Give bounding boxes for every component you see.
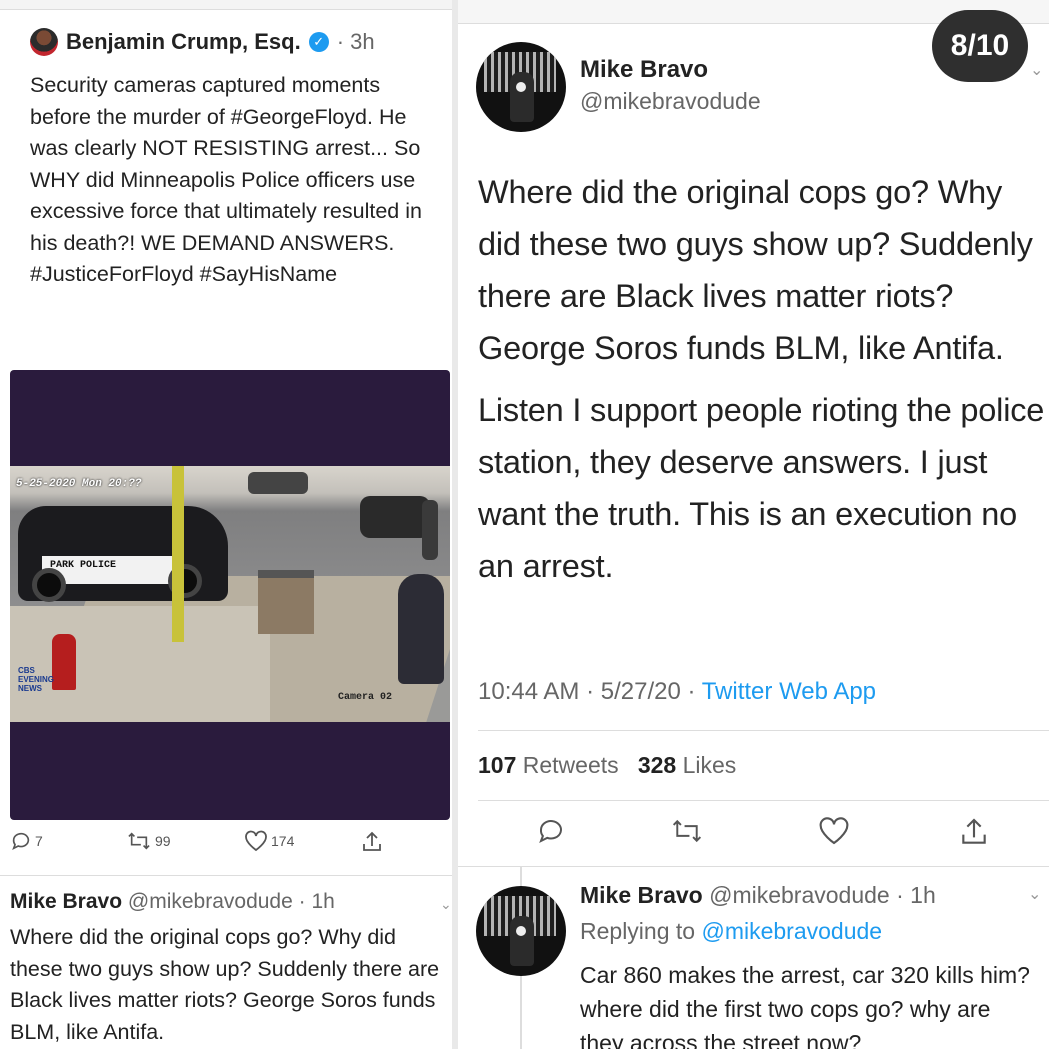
reply-header: Mike Bravo @mikebravodude · 1h (10, 890, 335, 914)
video-timestamp: 5-25-2020 Mon 20:?? (16, 478, 142, 490)
slide-counter: 8/10 (932, 10, 1028, 82)
author-name[interactable]: Mike Bravo (580, 56, 708, 84)
reply-icon (539, 820, 562, 844)
likes-count: 328 (637, 752, 677, 778)
right-screenshot: 8/10 ⌄ Mike Bravo @mikebravodude Where d… (458, 0, 1049, 1049)
tweet-actions (458, 816, 1049, 856)
reply-author-avatar[interactable] (476, 886, 566, 976)
retweet-count: 99 (155, 833, 171, 849)
verified-badge-icon: ✓ (308, 32, 329, 52)
tweet-header: Benjamin Crump, Esq. ✓ · 3h (30, 28, 375, 56)
retweets-label: Retweets (522, 752, 619, 778)
retweet-icon (128, 832, 150, 850)
reply-count: 7 (35, 833, 43, 849)
replying-handle[interactable]: @mikebravodude (701, 918, 882, 944)
tweet-date[interactable]: 5/27/20 (601, 678, 681, 705)
heart-icon (245, 830, 267, 852)
chevron-down-icon[interactable]: ⌄ (1030, 60, 1043, 80)
author-handle[interactable]: @mikebravodude (580, 88, 761, 115)
share-button[interactable] (958, 816, 990, 853)
reply-author-name[interactable]: Mike Bravo (580, 882, 703, 908)
tweet-actions: 7 99 174 (10, 830, 450, 866)
tweet-text: Security cameras captured moments before… (30, 73, 422, 286)
video-player[interactable]: PARK POLICE 5-25-2020 Mon 20:?? CBS EVEN… (10, 370, 450, 820)
author-avatar[interactable] (30, 28, 58, 56)
background-car (248, 472, 308, 494)
divider (478, 730, 1049, 731)
retweets-stat[interactable]: 107 Retweets (478, 752, 619, 778)
divider (0, 875, 452, 876)
reply-author-name[interactable]: Mike Bravo (10, 890, 122, 913)
camera-label: Camera 02 (338, 692, 393, 703)
police-car-label: PARK POLICE (50, 560, 117, 571)
yellow-pole (172, 466, 184, 642)
author-name[interactable]: Benjamin Crump, Esq. (66, 29, 301, 55)
retweet-button[interactable] (670, 816, 704, 851)
news-watermark: CBS EVENING NEWS (18, 666, 55, 693)
share-button[interactable] (360, 830, 384, 854)
left-screenshot: Benjamin Crump, Esq. ✓ · 3h Security cam… (0, 0, 452, 1049)
tweet-paragraph-1: Where did the original cops go? Why did … (478, 174, 1033, 366)
chevron-down-icon[interactable]: ⌄ (440, 896, 452, 913)
replying-prefix: Replying to (580, 918, 696, 944)
reply-icon (12, 832, 30, 851)
share-icon (363, 831, 381, 851)
retweet-button[interactable]: 99 (126, 830, 171, 852)
officer-figure (398, 574, 444, 684)
reply-button[interactable] (536, 816, 566, 851)
reply-header: Mike Bravo @mikebravodude · 1h (580, 882, 936, 909)
divider (478, 800, 1049, 801)
tweet-stats: 107 Retweets 328 Likes (478, 752, 736, 779)
reply-handle-time[interactable]: @mikebravodude · 1h (128, 890, 335, 913)
parked-car (360, 496, 430, 538)
top-edge (0, 0, 452, 10)
likes-stat[interactable]: 328 Likes (638, 752, 736, 778)
replying-to: Replying to @mikebravodude (580, 918, 882, 945)
retweet-icon (672, 819, 702, 843)
tweet-meta: 10:44 AM · 5/27/20 · Twitter Web App (478, 678, 877, 705)
heart-icon (819, 817, 849, 845)
tweet-time: 10:44 AM (478, 678, 580, 705)
trash-can (258, 570, 314, 634)
like-count: 174 (271, 833, 295, 849)
reply-button[interactable]: 7 (10, 830, 43, 852)
author-avatar[interactable] (476, 42, 566, 132)
reply-text: Where did the original cops go? Why did … (10, 925, 440, 1044)
tweet-paragraph-2: Listen I support people rioting the poli… (478, 392, 1045, 584)
police-car: PARK POLICE (18, 506, 228, 602)
tweet-time[interactable]: · 3h (337, 29, 375, 55)
divider (458, 866, 1049, 867)
video-frame: PARK POLICE 5-25-2020 Mon 20:?? CBS EVEN… (10, 466, 450, 722)
tweet-text: Where did the original cops go? Why did … (478, 166, 1046, 592)
chevron-down-icon[interactable]: ⌄ (1028, 884, 1041, 904)
like-button[interactable] (818, 816, 850, 851)
retweets-count: 107 (478, 752, 517, 778)
tweet-source[interactable]: Twitter Web App (702, 678, 876, 705)
share-icon (962, 818, 986, 844)
like-button[interactable]: 174 (244, 830, 294, 852)
reply-text: Car 860 makes the arrest, car 320 kills … (580, 962, 1030, 1049)
bystander (422, 500, 438, 560)
reply-handle-time[interactable]: @mikebravodude · 1h (709, 882, 936, 908)
likes-label: Likes (682, 752, 737, 778)
